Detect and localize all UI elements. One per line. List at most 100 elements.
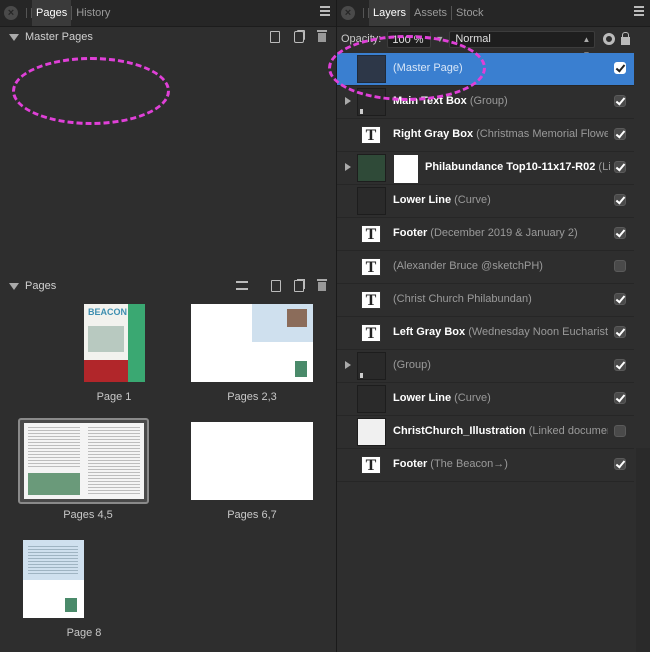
pages-header[interactable]: Pages [0, 276, 336, 296]
pages-panel: × Pages History Master Pages Pages BEACO… [0, 0, 336, 652]
close-panel-icon[interactable]: × [341, 6, 355, 20]
layer-name[interactable]: (Alexander Bruce @sketchPH) [393, 260, 608, 272]
visibility-checkbox[interactable] [614, 260, 626, 272]
layer-thumbnail: T [357, 451, 386, 479]
group-mark [360, 109, 363, 114]
text-frame-icon: T [361, 126, 381, 144]
visibility-checkbox[interactable] [614, 128, 626, 140]
layer-title: Left Gray Box [393, 326, 469, 338]
layer-row[interactable]: Lower Line (Curve) [337, 383, 634, 416]
layer-thumbnail [357, 418, 386, 446]
layer-row[interactable]: T Left Gray Box (Wednesday Noon Eucharist… [337, 317, 634, 350]
pages-title: Pages [25, 280, 57, 292]
layer-detail: (Curve) [454, 392, 491, 404]
master-pages-title: Master Pages [25, 31, 93, 43]
layer-row[interactable]: T (Christ Church Philabundan) [337, 284, 634, 317]
layer-detail: (The Beacon→) [430, 458, 508, 470]
annotation-ellipse [12, 57, 170, 125]
visibility-checkbox[interactable] [614, 359, 626, 371]
tab-layers[interactable]: Layers [369, 0, 411, 26]
page-thumbnail[interactable] [24, 423, 144, 499]
visibility-checkbox[interactable] [614, 194, 626, 206]
layer-detail: (Linked documen [528, 425, 608, 437]
layer-title: Lower Line [393, 194, 455, 206]
layer-name[interactable]: (Group) [393, 359, 608, 371]
page-label: Pages 2,3 [227, 391, 277, 403]
image-preview [394, 155, 418, 183]
lock-icon[interactable] [621, 32, 631, 45]
layer-name[interactable]: (Christ Church Philabundan) [393, 293, 608, 305]
page-photo [287, 309, 307, 327]
delete-master-icon[interactable] [317, 30, 327, 42]
gear-icon[interactable] [603, 33, 616, 45]
blend-mode-select[interactable]: Normal ▲▼ [449, 30, 596, 59]
layer-row[interactable]: T Right Gray Box (Christmas Memorial Flow… [337, 119, 634, 152]
layer-name[interactable]: Philabundance Top10-11x17-R02 (Li [425, 161, 640, 173]
expand-triangle-icon[interactable] [345, 97, 351, 105]
scrollbar[interactable] [636, 448, 650, 652]
layer-thumbnail: T [357, 220, 386, 248]
insert-page-icon[interactable] [271, 280, 281, 292]
collapse-triangle-icon[interactable] [9, 33, 19, 41]
visibility-checkbox[interactable] [614, 95, 626, 107]
page-logo [65, 598, 77, 612]
expand-triangle-icon[interactable] [345, 361, 351, 369]
layer-name[interactable]: Footer (December 2019 & January 2) [393, 227, 608, 239]
page-thumbnail[interactable] [23, 540, 84, 618]
visibility-checkbox[interactable] [614, 326, 626, 338]
page-options-icon[interactable] [236, 281, 248, 290]
layer-detail: (Group) [393, 359, 431, 371]
layer-row[interactable]: T Footer (The Beacon→) [337, 449, 634, 482]
text-frame-icon: T [361, 324, 381, 342]
layer-detail: (Curve) [454, 194, 491, 206]
insert-master-icon[interactable] [270, 31, 280, 43]
layer-row[interactable]: Lower Line (Curve) [337, 185, 634, 218]
layer-title: Footer [393, 227, 431, 239]
visibility-checkbox[interactable] [614, 161, 626, 173]
layer-name[interactable]: Footer (The Beacon→) [393, 458, 608, 470]
layer-name[interactable]: Right Gray Box (Christmas Memorial Flowe… [393, 128, 608, 140]
visibility-checkbox[interactable] [614, 425, 626, 437]
panel-menu-icon[interactable] [320, 6, 332, 18]
duplicate-master-icon[interactable] [294, 31, 304, 43]
layer-title: Footer [393, 458, 431, 470]
page-thumbnail[interactable]: BEACON [84, 304, 145, 382]
visibility-checkbox[interactable] [614, 62, 626, 74]
tab-stock[interactable]: Stock [452, 0, 488, 26]
collapse-triangle-icon[interactable] [9, 282, 19, 290]
layer-row[interactable]: T (Alexander Bruce @sketchPH) [337, 251, 634, 284]
duplicate-page-icon[interactable] [294, 280, 304, 292]
tab-assets[interactable]: Assets [410, 0, 451, 26]
layer-detail: (December 2019 & January 2) [430, 227, 578, 239]
visibility-checkbox[interactable] [614, 293, 626, 305]
close-panel-icon[interactable]: × [4, 6, 18, 20]
layer-name[interactable]: Left Gray Box (Wednesday Noon Eucharist¶ [393, 326, 608, 338]
page-thumbnail[interactable] [191, 304, 313, 382]
layer-name[interactable]: ChristChurch_Illustration (Linked docume… [393, 425, 608, 437]
layer-row[interactable]: Philabundance Top10-11x17-R02 (Li [337, 152, 634, 185]
delete-page-icon[interactable] [317, 279, 327, 291]
layer-thumbnail: T [357, 253, 386, 281]
master-pages-header[interactable]: Master Pages [0, 27, 336, 47]
page-label: Page 8 [66, 627, 102, 639]
page-thumbnail[interactable] [191, 422, 313, 500]
layer-name[interactable]: Lower Line (Curve) [393, 392, 608, 404]
visibility-checkbox[interactable] [614, 458, 626, 470]
layer-detail: (Alexander Bruce @sketchPH) [393, 260, 543, 272]
expand-triangle-icon[interactable] [345, 163, 351, 171]
page-logo [295, 361, 307, 377]
tab-history[interactable]: History [72, 0, 114, 26]
layer-detail: (Christ Church Philabundan) [393, 293, 532, 305]
layer-name[interactable]: Lower Line (Curve) [393, 194, 608, 206]
layer-title: Right Gray Box [393, 128, 477, 140]
panel-menu-icon[interactable] [634, 6, 646, 18]
layer-thumbnail: T [357, 121, 386, 149]
visibility-checkbox[interactable] [614, 392, 626, 404]
tab-pages[interactable]: Pages [32, 0, 72, 26]
page-label: Pages 4,5 [63, 509, 113, 521]
group-mark [360, 373, 363, 378]
layer-row[interactable]: (Group) [337, 350, 634, 383]
visibility-checkbox[interactable] [614, 227, 626, 239]
layer-row[interactable]: ChristChurch_Illustration (Linked docume… [337, 416, 634, 449]
layer-row[interactable]: T Footer (December 2019 & January 2) [337, 218, 634, 251]
